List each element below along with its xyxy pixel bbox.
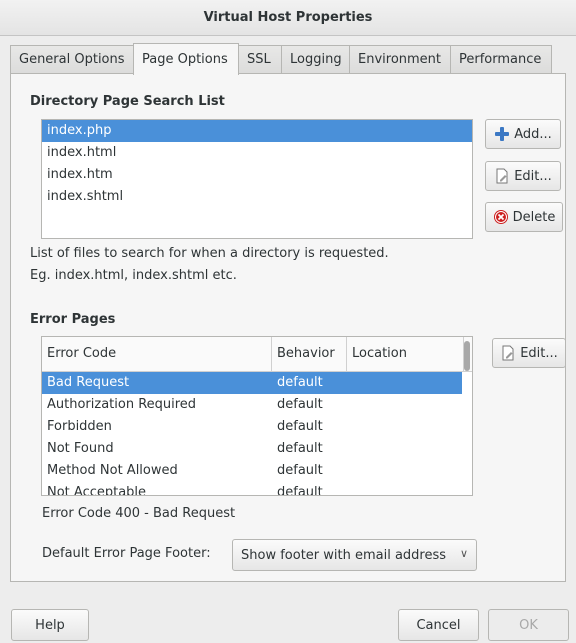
- tab-logging[interactable]: Logging: [281, 45, 350, 73]
- cell-behavior: default: [277, 375, 323, 390]
- cell-location: [347, 482, 462, 495]
- tab-page-options[interactable]: Page Options: [133, 43, 239, 75]
- cell-error-code: Not Found: [47, 441, 114, 456]
- tab-performance[interactable]: Performance: [450, 45, 552, 73]
- edit-button-label: Edit...: [514, 168, 552, 184]
- edit-error-page-button[interactable]: Edit...: [492, 338, 566, 368]
- cancel-button-label: Cancel: [416, 617, 461, 633]
- cell-location: [347, 460, 462, 482]
- cell-error-code: Method Not Allowed: [47, 463, 178, 478]
- table-row[interactable]: Not Acceptable default: [42, 482, 462, 496]
- ok-button-label: OK: [519, 617, 538, 633]
- delete-icon: [493, 209, 509, 225]
- cell-behavior: default: [277, 463, 323, 478]
- column-header-location[interactable]: Location: [347, 337, 464, 371]
- window-titlebar: Virtual Host Properties: [0, 0, 576, 36]
- table-row[interactable]: Bad Request default: [42, 372, 462, 394]
- help-button-label: Help: [35, 617, 65, 633]
- cell-location: [347, 372, 462, 394]
- cell-behavior: default: [277, 485, 323, 496]
- table-row[interactable]: Forbidden default: [42, 416, 462, 438]
- directory-section-title: Directory Page Search List: [30, 94, 225, 109]
- tab-environment[interactable]: Environment: [349, 45, 451, 73]
- list-item[interactable]: index.php: [42, 120, 472, 142]
- cell-location: [347, 394, 462, 416]
- edit-directory-button[interactable]: Edit...: [485, 161, 561, 191]
- table-header: Error Code Behavior Location: [42, 337, 472, 372]
- page-options-panel: Directory Page Search List index.php ind…: [10, 73, 566, 582]
- delete-button[interactable]: Delete: [485, 202, 563, 232]
- ok-button[interactable]: OK: [488, 609, 569, 641]
- list-item[interactable]: index.html: [42, 142, 472, 164]
- add-button-label: Add...: [514, 126, 552, 142]
- add-button[interactable]: Add...: [485, 119, 561, 149]
- column-header-error-code[interactable]: Error Code: [42, 337, 272, 371]
- tab-ssl[interactable]: SSL: [238, 45, 282, 73]
- directory-help-line2: Eg. index.html, index.shtml etc.: [30, 268, 237, 283]
- chevron-down-icon: ∨: [459, 547, 468, 560]
- tab-bar: General Options Page Options SSL Logging…: [10, 43, 552, 75]
- delete-button-label: Delete: [512, 209, 556, 225]
- table-row[interactable]: Method Not Allowed default: [42, 460, 462, 482]
- document-edit-icon: [494, 168, 510, 184]
- cell-location: [347, 438, 462, 460]
- cell-error-code: Forbidden: [47, 419, 112, 434]
- tab-general-options[interactable]: General Options: [10, 45, 134, 73]
- column-header-behavior[interactable]: Behavior: [272, 337, 347, 371]
- table-body: Bad Request default Authorization Requir…: [42, 372, 462, 496]
- help-button[interactable]: Help: [11, 609, 89, 641]
- error-pages-table[interactable]: Error Code Behavior Location Bad Request…: [41, 336, 473, 496]
- directory-help-line1: List of files to search for when a direc…: [30, 246, 389, 261]
- table-scrollbar[interactable]: [464, 341, 470, 371]
- document-edit-icon: [500, 345, 516, 361]
- cell-behavior: default: [277, 419, 323, 434]
- plus-icon: [494, 126, 510, 142]
- table-row[interactable]: Not Found default: [42, 438, 462, 460]
- error-pages-section-title: Error Pages: [30, 312, 116, 327]
- list-item[interactable]: index.shtml: [42, 186, 472, 208]
- footer-select-value: Show footer with email address: [241, 547, 447, 563]
- footer-label: Default Error Page Footer:: [42, 546, 211, 561]
- window-title: Virtual Host Properties: [203, 10, 373, 25]
- cell-error-code: Authorization Required: [47, 397, 197, 412]
- cell-behavior: default: [277, 441, 323, 456]
- footer-select[interactable]: Show footer with email address ∨: [232, 539, 477, 571]
- edit-button-label: Edit...: [520, 345, 558, 361]
- cell-location: [347, 416, 462, 438]
- cell-error-code: Bad Request: [47, 375, 130, 390]
- cell-behavior: default: [277, 397, 323, 412]
- cell-error-code: Not Acceptable: [47, 485, 147, 496]
- cancel-button[interactable]: Cancel: [398, 609, 479, 641]
- error-code-status: Error Code 400 - Bad Request: [42, 506, 236, 521]
- list-item[interactable]: index.htm: [42, 164, 472, 186]
- directory-page-list[interactable]: index.php index.html index.htm index.sht…: [41, 119, 473, 239]
- table-row[interactable]: Authorization Required default: [42, 394, 462, 416]
